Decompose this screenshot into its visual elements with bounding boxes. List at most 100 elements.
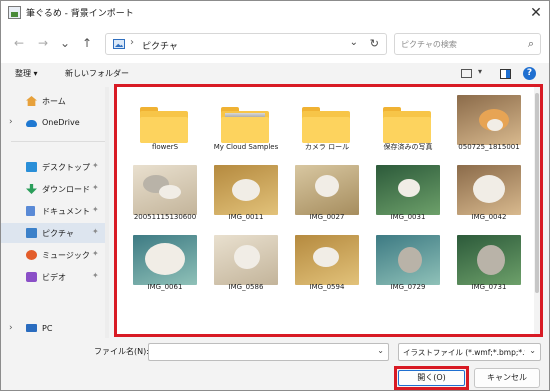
sidebar-item-label: ホーム xyxy=(42,97,66,106)
file-list-highlighted: flowerS My Cloud Samples カメラ ロール 保存済みの写真 050… xyxy=(114,84,543,337)
image-thumbnail xyxy=(289,165,365,215)
sidebar-item-label: ダウンロード xyxy=(42,185,90,194)
pin-icon: ✦ xyxy=(92,205,99,214)
sidebar-item-label: ミュージック xyxy=(42,251,90,260)
file-name: flowerS xyxy=(151,143,179,151)
address-bar[interactable]: › ピクチャ ⌄ ↻ xyxy=(105,33,387,55)
file-name: IMG_0729 xyxy=(390,283,426,291)
image-file-item[interactable]: IMG_0027 xyxy=(289,159,365,227)
sidebar-item[interactable]: ピクチャ ✦ xyxy=(1,223,105,243)
breadcrumb[interactable]: ピクチャ xyxy=(142,39,178,52)
file-name: IMG_0042 xyxy=(471,213,507,221)
image-file-item[interactable]: 20051115130600 xyxy=(127,159,203,227)
image-thumbnail xyxy=(370,165,446,215)
pin-icon: ✦ xyxy=(92,227,99,236)
sidebar-item-label: ドキュメント xyxy=(42,207,90,216)
up-arrow-icon[interactable]: ↑ xyxy=(79,35,95,51)
image-file-item[interactable]: IMG_0011 xyxy=(208,159,284,227)
file-name: IMG_0586 xyxy=(228,283,264,291)
folder-icon xyxy=(289,95,365,145)
help-icon[interactable]: ? xyxy=(523,67,536,80)
address-dropdown-icon[interactable]: ⌄ xyxy=(350,37,358,48)
image-file-item[interactable]: IMG_0731 xyxy=(451,229,527,297)
new-folder-button[interactable]: 新しいフォルダー xyxy=(65,68,129,79)
image-file-item[interactable]: 050725_1815001 xyxy=(451,89,527,157)
image-file-item[interactable]: IMG_0729 xyxy=(370,229,446,297)
video-icon xyxy=(26,272,37,282)
sidebar-item[interactable]: ホーム xyxy=(1,91,105,111)
folder-item[interactable]: flowerS xyxy=(127,89,203,157)
file-name: IMG_0061 xyxy=(147,283,183,291)
image-file-item[interactable]: IMG_0061 xyxy=(127,229,203,297)
expand-chevron-icon[interactable]: › xyxy=(9,323,13,333)
recent-locations-chevron-icon[interactable]: ⌄ xyxy=(57,35,73,51)
cloud-icon xyxy=(26,120,37,127)
app-icon xyxy=(8,6,21,19)
file-name: IMG_0027 xyxy=(309,213,345,221)
file-name: IMG_0731 xyxy=(471,283,507,291)
pin-icon: ✦ xyxy=(92,183,99,192)
expand-chevron-icon[interactable]: › xyxy=(9,117,13,127)
desktop-icon xyxy=(26,162,37,172)
folder-icon xyxy=(127,95,203,145)
back-arrow-icon[interactable]: ← xyxy=(11,35,27,51)
filetype-select[interactable]: イラストファイル (*.wmf;*.bmp;*.tif ⌄ xyxy=(398,343,541,361)
home-icon xyxy=(26,96,37,106)
forward-arrow-icon[interactable]: → xyxy=(35,35,51,51)
organize-menu-button[interactable]: 整理 ▾ xyxy=(15,68,38,79)
title-bar: 筆ぐるめ - 背景インポート ✕ xyxy=(1,1,549,25)
file-name: IMG_0031 xyxy=(390,213,426,221)
sidebar-item[interactable]: › OneDrive xyxy=(1,113,105,133)
file-name: 保存済みの写真 xyxy=(383,143,433,151)
filetype-value: イラストファイル (*.wmf;*.bmp;*.tif xyxy=(403,348,525,357)
file-name: IMG_0594 xyxy=(309,283,345,291)
pin-icon: ✦ xyxy=(92,161,99,170)
view-options-icon[interactable] xyxy=(461,69,472,78)
file-list-scrollbar[interactable] xyxy=(534,87,540,334)
sidebar-item[interactable]: デスクトップ ✦ xyxy=(1,157,105,177)
filename-combobox[interactable]: ⌄ xyxy=(148,343,389,361)
window-title: 筆ぐるめ - 背景インポート xyxy=(26,9,134,19)
navigation-pane: ホーム › OneDrive デスクトップ ✦ ダウンロード ✦ ドキュメント ✦ ピクチャ ✦ ミュ… xyxy=(1,87,109,338)
pc-icon xyxy=(26,324,37,332)
file-name: My Cloud Samples xyxy=(213,143,279,151)
refresh-icon[interactable]: ↻ xyxy=(370,37,379,50)
cancel-button[interactable]: キャンセル xyxy=(474,368,540,388)
image-file-item[interactable]: IMG_0586 xyxy=(208,229,284,297)
image-file-item[interactable]: IMG_0594 xyxy=(289,229,365,297)
sidebar-item[interactable]: ミュージック ✦ xyxy=(1,245,105,265)
view-dropdown-icon[interactable]: ▾ xyxy=(478,67,482,76)
image-file-item[interactable]: IMG_0031 xyxy=(370,159,446,227)
filename-input[interactable] xyxy=(152,346,372,358)
sidebar-item-label: OneDrive xyxy=(42,118,80,127)
open-button[interactable]: 開く(O) xyxy=(398,370,465,386)
sidebar-item[interactable]: ダウンロード ✦ xyxy=(1,179,105,199)
folder-item[interactable]: カメラ ロール xyxy=(289,89,365,157)
sidebar-divider xyxy=(11,141,105,142)
scrollbar-thumb[interactable] xyxy=(535,93,539,293)
sidebar-item[interactable]: ビデオ ✦ xyxy=(1,267,105,287)
pin-icon: ✦ xyxy=(92,271,99,280)
pictures-icon xyxy=(113,39,125,49)
image-thumbnail xyxy=(289,235,365,285)
image-file-item[interactable]: IMG_0042 xyxy=(451,159,527,227)
sidebar-item-label: ピクチャ xyxy=(42,229,74,238)
close-icon[interactable]: ✕ xyxy=(527,4,545,22)
sidebar-item[interactable]: ドキュメント ✦ xyxy=(1,201,105,221)
image-thumbnail xyxy=(370,235,446,285)
music-icon xyxy=(26,250,37,260)
search-icon[interactable]: ⌕ xyxy=(528,37,534,51)
image-thumbnail xyxy=(208,165,284,215)
filename-dropdown-icon[interactable]: ⌄ xyxy=(377,346,384,355)
search-box[interactable]: ⌕ xyxy=(394,33,541,55)
preview-pane-icon[interactable] xyxy=(500,69,511,79)
filetype-dropdown-icon[interactable]: ⌄ xyxy=(529,346,536,355)
folder-item[interactable]: 保存済みの写真 xyxy=(370,89,446,157)
sidebar-item-label: ビデオ xyxy=(42,273,66,282)
folder-icon xyxy=(208,95,284,145)
search-input[interactable] xyxy=(399,37,519,51)
file-name: カメラ ロール xyxy=(304,143,350,151)
sidebar-scrollbar[interactable] xyxy=(105,87,109,338)
folder-item[interactable]: My Cloud Samples xyxy=(208,89,284,157)
sidebar-item[interactable]: › PC xyxy=(1,319,105,339)
